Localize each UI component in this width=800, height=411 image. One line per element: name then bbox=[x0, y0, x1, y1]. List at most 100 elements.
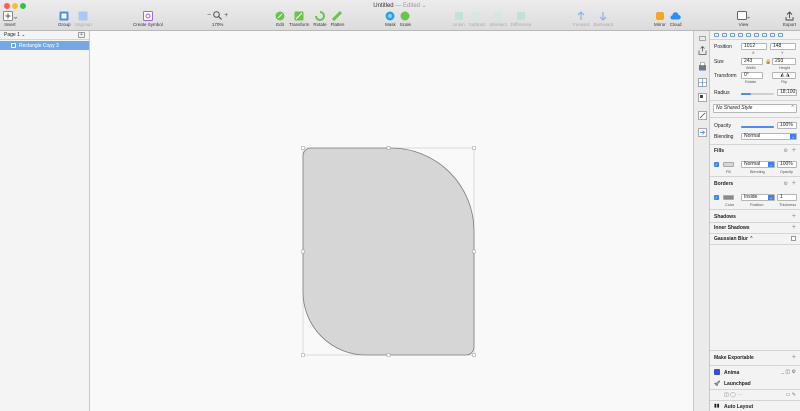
symbol-icon bbox=[142, 10, 153, 21]
width-field[interactable]: 243 bbox=[741, 58, 763, 65]
subtract-button[interactable]: Subtract bbox=[469, 10, 486, 27]
border-thickness-field[interactable]: 1 bbox=[777, 194, 797, 201]
insert-button[interactable]: Insert bbox=[3, 10, 17, 27]
mirror-button[interactable]: Mirror bbox=[654, 10, 666, 27]
view-button[interactable]: View bbox=[737, 10, 750, 27]
distribute-horizontal-icon[interactable] bbox=[762, 33, 767, 37]
share-icon[interactable] bbox=[697, 45, 708, 56]
fill-blend-select[interactable]: Normal ⌄ bbox=[741, 161, 775, 168]
canvas[interactable] bbox=[90, 31, 693, 411]
create-symbol-button[interactable]: Create Symbol bbox=[133, 10, 163, 27]
resize-handle-bottom-right[interactable] bbox=[472, 353, 476, 357]
shape-icon bbox=[11, 43, 16, 48]
resize-handle-left[interactable] bbox=[301, 249, 305, 254]
align-left-icon[interactable] bbox=[714, 33, 719, 37]
backward-button[interactable]: Backward bbox=[594, 10, 613, 27]
fill-enabled-checkbox[interactable]: ✓ bbox=[714, 162, 719, 167]
intersect-label: Intersect bbox=[489, 22, 507, 27]
export-button[interactable]: Export bbox=[783, 10, 796, 27]
lock-ratio-icon[interactable]: 🔒 bbox=[765, 59, 771, 65]
flip-buttons[interactable]: ◭ ◮ bbox=[772, 72, 796, 79]
resize-handle-top-right[interactable] bbox=[472, 146, 476, 150]
align-center-icon[interactable] bbox=[722, 33, 727, 37]
forward-button[interactable]: Forward bbox=[573, 10, 590, 27]
opacity-field[interactable]: 100% bbox=[777, 122, 797, 129]
blending-select[interactable]: Normal ⌄ bbox=[741, 133, 797, 140]
distribute-spacing-icon[interactable] bbox=[778, 33, 783, 37]
zoom-control[interactable]: − + 170% bbox=[207, 10, 228, 27]
add-export-button[interactable]: + bbox=[792, 354, 796, 361]
collapse-icon[interactable] bbox=[697, 33, 708, 44]
plugin-tools-icon[interactable]: ◫ ◯ ⋯ bbox=[724, 392, 742, 398]
blur-enabled-checkbox[interactable] bbox=[791, 236, 796, 241]
resize-handle-bottom-left[interactable] bbox=[301, 353, 305, 357]
add-inner-shadow-button[interactable]: + bbox=[792, 224, 796, 231]
opacity-slider[interactable] bbox=[741, 126, 774, 128]
radius-slider[interactable] bbox=[741, 93, 774, 95]
border-enabled-checkbox[interactable]: ✓ bbox=[714, 195, 719, 200]
align-middle-icon[interactable] bbox=[746, 33, 751, 37]
height-label: Height bbox=[779, 66, 790, 70]
position-y-field[interactable]: 148 bbox=[770, 43, 796, 50]
position-x-field[interactable]: 1012 bbox=[741, 43, 767, 50]
scale-button[interactable]: Scale bbox=[400, 10, 411, 27]
insert-plus-icon bbox=[3, 10, 17, 21]
launchpad-label[interactable]: Launchpad bbox=[724, 381, 751, 387]
add-page-button[interactable]: + bbox=[78, 32, 85, 38]
fill-opacity-field[interactable]: 100% bbox=[777, 161, 797, 168]
intersect-button[interactable]: Intersect bbox=[490, 10, 507, 27]
distribute-vertical-icon[interactable] bbox=[770, 33, 775, 37]
flatten-button[interactable]: Flatten bbox=[331, 10, 344, 27]
plugin-actions-icon[interactable]: ▭ ✎ bbox=[786, 392, 796, 398]
anima-settings-icon[interactable]: _ ◫ ⚙ bbox=[781, 369, 796, 375]
fill-blending-label: Blending bbox=[750, 170, 765, 174]
align-top-icon[interactable] bbox=[738, 33, 743, 37]
fill-color-swatch[interactable] bbox=[723, 162, 734, 167]
add-fill-button[interactable]: + bbox=[792, 147, 796, 154]
add-border-button[interactable]: + bbox=[792, 180, 796, 187]
border-color-swatch[interactable] bbox=[723, 195, 734, 200]
union-button[interactable]: Union bbox=[453, 10, 465, 27]
flatten-icon bbox=[332, 10, 343, 21]
align-right-icon[interactable] bbox=[730, 33, 735, 37]
resize-handle-top[interactable] bbox=[386, 146, 391, 150]
group-button[interactable]: Group bbox=[58, 10, 71, 27]
auto-layout-label[interactable]: Auto Layout bbox=[724, 404, 753, 410]
borders-gear-icon[interactable]: ⚙ bbox=[784, 181, 788, 187]
layer-row[interactable]: Rectangle Copy 3 bbox=[0, 41, 89, 50]
frame-icon[interactable] bbox=[697, 92, 708, 103]
rotate-field[interactable]: 0° bbox=[741, 72, 763, 79]
fills-gear-icon[interactable]: ⚙ bbox=[784, 148, 788, 154]
radius-field[interactable]: 18;100; bbox=[777, 89, 797, 96]
resize-handle-right[interactable] bbox=[472, 249, 476, 254]
layout-grid-icon[interactable] bbox=[697, 77, 708, 88]
cloud-icon bbox=[670, 10, 681, 21]
prototype-icon[interactable] bbox=[697, 127, 708, 138]
gaussian-blur-select[interactable]: Gaussian Blur ⌃ bbox=[714, 236, 753, 242]
anima-icon bbox=[714, 369, 720, 375]
height-field[interactable]: 293 bbox=[772, 58, 796, 65]
measure-icon[interactable] bbox=[697, 110, 708, 121]
difference-button[interactable]: Difference bbox=[511, 10, 531, 27]
zoom-in-button[interactable]: + bbox=[224, 12, 228, 19]
flip-horizontal-icon[interactable]: ◭ bbox=[780, 72, 784, 78]
edit-button[interactable]: Edit bbox=[275, 10, 285, 27]
border-position-select[interactable]: Inside ⌄ bbox=[741, 194, 775, 201]
mask-button[interactable]: Mask bbox=[385, 10, 396, 27]
page-selector[interactable]: Page 1 ⌄ bbox=[4, 32, 25, 38]
transform-icon bbox=[294, 10, 304, 21]
shared-style-select[interactable]: No Shared Style ⌃ bbox=[713, 104, 797, 113]
printer-icon[interactable] bbox=[697, 61, 708, 72]
edited-indicator[interactable]: — Edited ⌄ bbox=[395, 3, 426, 9]
zoom-out-button[interactable]: − bbox=[207, 12, 211, 19]
transform-button[interactable]: Transform bbox=[289, 10, 309, 27]
add-shadow-button[interactable]: + bbox=[792, 213, 796, 220]
ungroup-button[interactable]: Ungroup bbox=[75, 10, 92, 27]
rotate-button[interactable]: Rotate bbox=[313, 10, 327, 27]
align-bottom-icon[interactable] bbox=[754, 33, 759, 37]
rounded-rectangle-shape[interactable] bbox=[302, 147, 475, 356]
resize-handle-bottom[interactable] bbox=[386, 353, 391, 357]
cloud-button[interactable]: Cloud bbox=[670, 10, 682, 27]
resize-handle-top-left[interactable] bbox=[301, 146, 305, 150]
flip-vertical-icon[interactable]: ◮ bbox=[786, 72, 790, 78]
